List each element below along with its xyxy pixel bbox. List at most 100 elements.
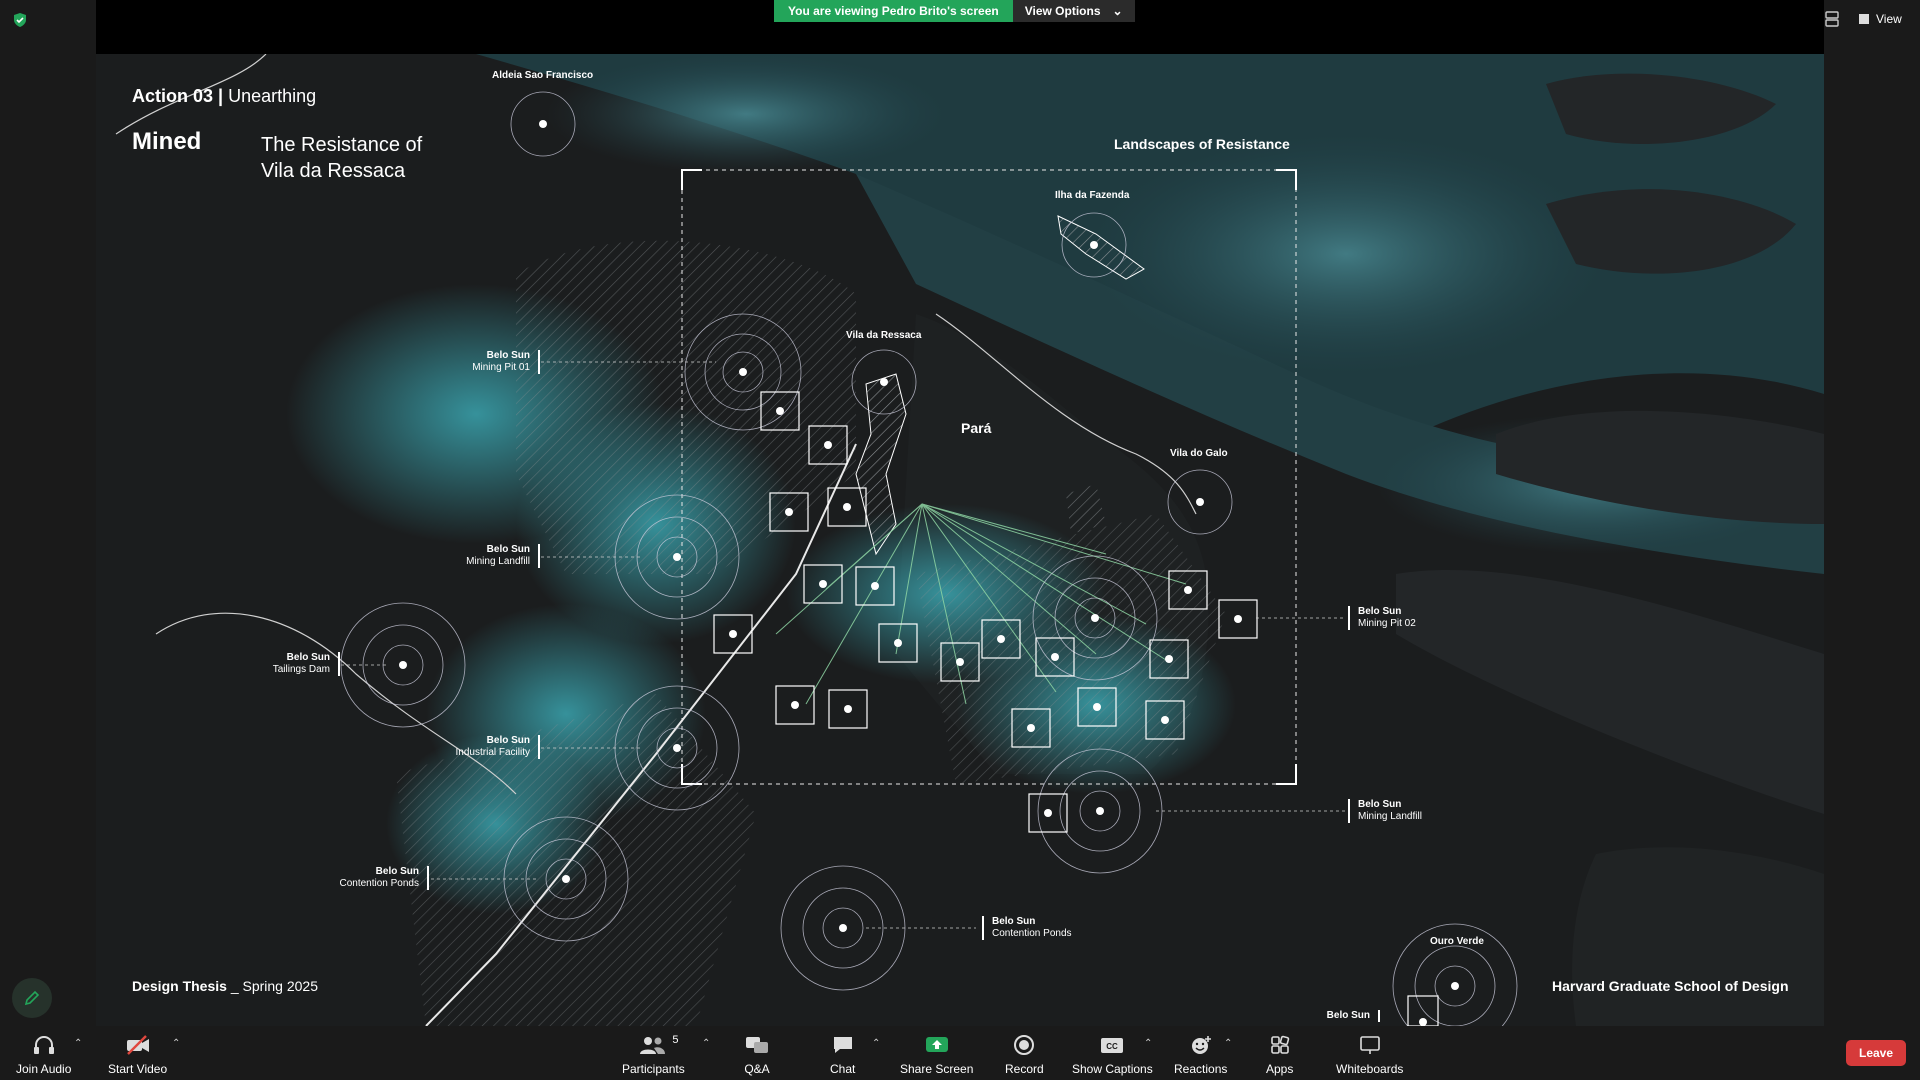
layout-toggle-icon[interactable]	[1824, 10, 1840, 28]
start-video-label: Start Video	[108, 1062, 168, 1076]
subtitle-line1: The Resistance of	[261, 134, 423, 156]
site-label-type: Contention Ponds	[339, 878, 419, 889]
reactions-label: Reactions	[1174, 1062, 1228, 1076]
share-screen-icon	[925, 1037, 948, 1052]
place-ilha: Ilha da Fazenda	[1055, 190, 1130, 201]
view-button[interactable]: View	[1858, 12, 1902, 26]
subtitle-line2: Vila da Ressaca	[261, 160, 406, 182]
shared-screen-slide: Action 03 | Unearthing Mined The Resista…	[96, 54, 1824, 1026]
action-title: Action 03 | Unearthing	[132, 86, 317, 106]
action-subtitle: Unearthing	[228, 86, 317, 106]
qa-label: Q&A	[744, 1062, 770, 1076]
site-label-name: Belo Sun	[375, 866, 419, 877]
apps-label: Apps	[1266, 1062, 1294, 1076]
whiteboards-label: Whiteboards	[1336, 1062, 1404, 1076]
footer-right: Harvard Graduate School of Design	[1552, 978, 1789, 994]
viewing-banner: You are viewing Pedro Brito's screen Vie…	[774, 0, 1135, 22]
apps-button[interactable]: Apps	[1266, 1034, 1293, 1076]
chat-label: Chat	[830, 1062, 856, 1076]
reactions-caret-icon[interactable]: ⌃	[1224, 1038, 1232, 1049]
participants-count: 5	[672, 1034, 679, 1046]
show-captions-button[interactable]: CC Show Captions	[1072, 1034, 1153, 1076]
participants-icon	[640, 1037, 666, 1054]
share-screen-button[interactable]: Share Screen	[900, 1034, 973, 1076]
place-aldeia: Aldeia Sao Francisco	[492, 70, 594, 81]
participants-button[interactable]: 5 Participants	[622, 1034, 685, 1076]
leave-button[interactable]: Leave	[1846, 1040, 1906, 1066]
record-button[interactable]: Record	[1005, 1034, 1044, 1076]
place-galo: Vila do Galo	[1170, 448, 1228, 459]
start-video-button[interactable]: Start Video	[108, 1034, 167, 1076]
site-label-type: Tailings Dam	[272, 664, 330, 675]
footer-left-rest: _ Spring 2025	[230, 978, 318, 994]
site-label-name: Belo Sun	[486, 544, 530, 555]
place-ressaca: Vila da Ressaca	[846, 330, 922, 341]
site-label-name: Belo Sun	[486, 735, 530, 746]
right-rail	[1824, 0, 1920, 1028]
chevron-down-icon: ⌄	[1112, 4, 1123, 18]
action-number: Action 03	[132, 86, 214, 106]
reactions-button[interactable]: Reactions	[1174, 1034, 1227, 1076]
site-label: Belo Sun Mining Landfill	[1348, 799, 1422, 823]
para-label: Pará	[961, 420, 992, 436]
view-options-button[interactable]: View Options ⌄	[1012, 0, 1135, 22]
site-label-name: Belo Sun	[286, 652, 330, 663]
annotate-pencil-button[interactable]	[12, 978, 52, 1018]
show-captions-label: Show Captions	[1072, 1062, 1153, 1076]
place-ouro: Ouro Verde	[1430, 936, 1484, 947]
footer-left: Design Thesis _ Spring 2025	[132, 978, 318, 994]
site-label-type: Mining Pit 02	[1358, 618, 1416, 629]
site-label-type: Mining Pit 01	[472, 362, 530, 373]
viewing-banner-text: You are viewing Pedro Brito's screen	[774, 0, 1013, 22]
whiteboard-icon	[1359, 1036, 1380, 1054]
footer-left-bold: Design Thesis	[132, 978, 227, 994]
participants-label: Participants	[622, 1062, 685, 1076]
pencil-icon	[24, 990, 40, 1006]
captions-cc-icon: CC	[1101, 1038, 1124, 1053]
meeting-toolbar: Join Audio ⌃ Start Video ⌃ 5 Participant…	[0, 1028, 1920, 1080]
participants-caret-icon[interactable]: ⌃	[702, 1038, 710, 1049]
site-label-name: Belo Sun	[1358, 799, 1402, 810]
chat-caret-icon[interactable]: ⌃	[872, 1038, 880, 1049]
site-label: Belo Sun Mining Pit 02	[1348, 606, 1416, 630]
site-label-type: Contention Ponds	[992, 928, 1072, 939]
audio-options-caret-icon[interactable]: ⌃	[74, 1038, 82, 1049]
site-label-type: Mining Landfill	[466, 556, 530, 567]
left-rail	[0, 0, 96, 1028]
record-label: Record	[1005, 1062, 1044, 1076]
site-label-type: Industrial Facility	[455, 747, 530, 758]
site-label: Belo Sun Mining Landfill	[466, 544, 540, 568]
share-screen-label: Share Screen	[900, 1062, 974, 1076]
mined-title: Mined	[132, 128, 202, 155]
apps-grid-icon	[1270, 1035, 1289, 1054]
video-options-caret-icon[interactable]: ⌃	[172, 1038, 180, 1049]
site-label: Belo Sun	[1327, 1010, 1380, 1022]
security-shield-icon[interactable]	[12, 12, 28, 28]
site-label-type: Mining Landfill	[1358, 811, 1422, 822]
site-label-name: Belo Sun	[1326, 1010, 1370, 1021]
whiteboards-button[interactable]: Whiteboards	[1336, 1034, 1403, 1076]
view-label: View	[1876, 12, 1902, 26]
site-label: Belo Sun Industrial Facility	[456, 735, 540, 759]
site-label: Belo Sun Mining Pit 01	[472, 350, 540, 374]
qa-button[interactable]: Q&A	[744, 1034, 770, 1076]
headphones-icon	[33, 1036, 54, 1054]
chat-icon	[833, 1037, 852, 1053]
site-label: Belo Sun Contention Ponds	[339, 866, 429, 890]
view-options-label: View Options	[1024, 4, 1101, 18]
site-label-name: Belo Sun	[1358, 606, 1402, 617]
site-label: Belo Sun Tailings Dam	[273, 652, 340, 676]
site-label: Belo Sun Contention Ponds	[982, 916, 1072, 940]
video-off-icon	[126, 1035, 149, 1055]
grid-view-icon	[1859, 14, 1869, 24]
site-label-name: Belo Sun	[992, 916, 1036, 927]
captions-caret-icon[interactable]: ⌃	[1144, 1038, 1152, 1049]
chat-button[interactable]: Chat	[830, 1034, 855, 1076]
qa-icon	[746, 1037, 768, 1053]
join-audio-label: Join Audio	[16, 1062, 72, 1076]
join-audio-button[interactable]: Join Audio	[16, 1034, 71, 1076]
slide-subtitle: The Resistance of Vila da Ressaca	[261, 132, 501, 184]
smiley-plus-icon	[1191, 1036, 1211, 1054]
record-icon	[1014, 1035, 1035, 1055]
site-label-name: Belo Sun	[486, 350, 530, 361]
